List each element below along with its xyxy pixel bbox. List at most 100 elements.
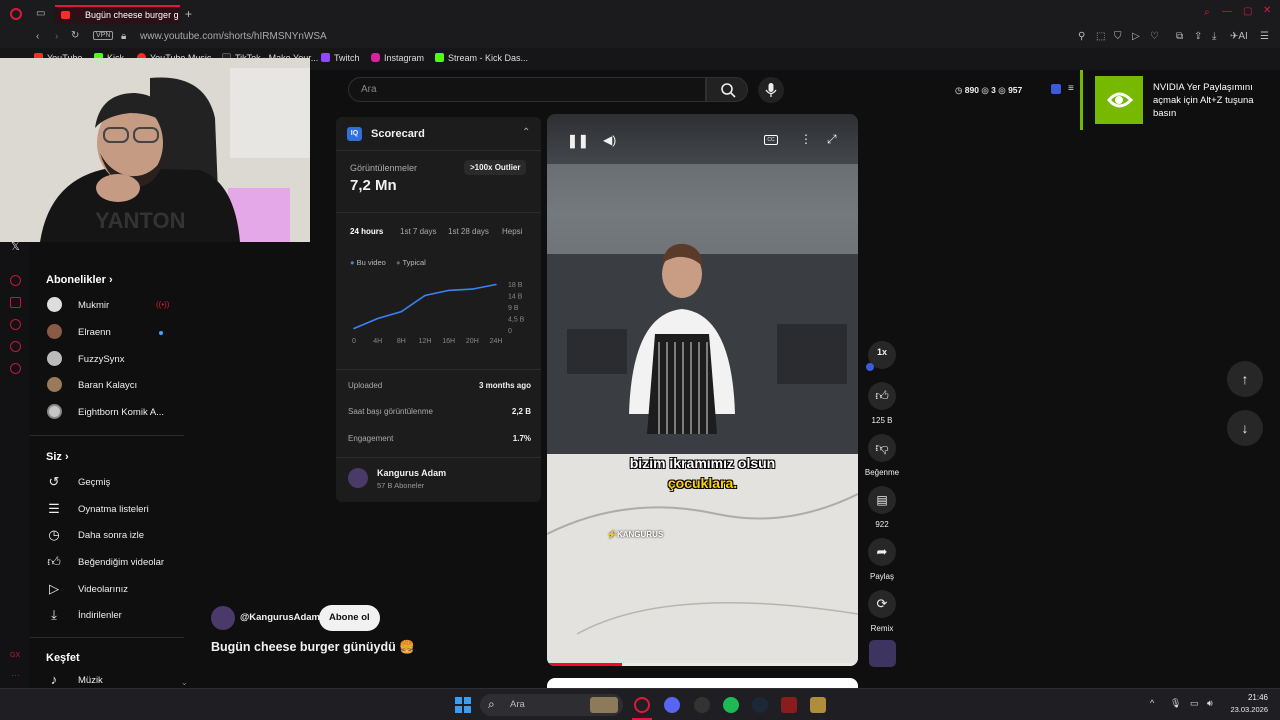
tab-all[interactable]: Hepsi: [502, 227, 522, 236]
easy-setup-icon[interactable]: ☰: [1260, 31, 1269, 42]
extensions-icon[interactable]: ⧉: [1176, 31, 1183, 42]
volume-tray-icon[interactable]: 🔊︎: [1207, 698, 1213, 709]
bookmark-twitch[interactable]: Twitch: [321, 53, 360, 63]
you-header[interactable]: Siz ›: [46, 451, 69, 463]
pause-icon[interactable]: ❚❚: [567, 133, 589, 149]
search-tabs-icon[interactable]: ⌕: [1204, 7, 1210, 18]
messenger-icon[interactable]: [10, 275, 21, 286]
network-icon[interactable]: ▭: [1190, 698, 1199, 709]
taskbar-search[interactable]: ⌕ Ara: [480, 694, 623, 716]
discord-icon[interactable]: [664, 697, 680, 713]
vpn-badge[interactable]: VPN: [93, 31, 114, 40]
voice-search-button[interactable]: [758, 77, 784, 103]
search-input[interactable]: Ara: [348, 77, 706, 102]
sub-item-elraenn[interactable]: Elraenn: [46, 323, 186, 343]
close-icon[interactable]: ✕: [1263, 5, 1271, 16]
tab-menu-icon[interactable]: ▭: [36, 8, 45, 19]
channel-name[interactable]: Kangurus Adam: [377, 468, 446, 478]
tab-first-7-days[interactable]: 1st 7 days: [400, 227, 436, 236]
download-icon[interactable]: ⤓: [1212, 31, 1216, 42]
uploaded-label: Uploaded: [348, 381, 383, 390]
music-icon: ♪: [50, 672, 58, 687]
subscribe-button[interactable]: Abone ol: [319, 605, 380, 631]
tab-active[interactable]: Bugün cheese burger g: [55, 5, 180, 24]
extensions-rail-icon[interactable]: [10, 341, 21, 352]
heart-icon[interactable]: ♡: [1150, 31, 1159, 42]
sub-item-baran-kalayci[interactable]: Baran Kalaycı: [46, 376, 186, 396]
pin-icon[interactable]: ⚲: [1078, 31, 1085, 42]
shorts-video-player[interactable]: ❚❚ ◀) CC ⋮ ⤢ bizim ikramımız olsun çocuk…: [547, 114, 858, 666]
sidebar-scroll-chevron-icon[interactable]: ⌄: [181, 678, 188, 687]
vidiq-dot-icon: [866, 363, 874, 371]
sub-item-mukmir[interactable]: Mukmir ((•)): [46, 296, 186, 316]
clock-date[interactable]: 23.03.2026: [1218, 705, 1268, 714]
share-button[interactable]: ➦: [868, 538, 896, 566]
nav-history[interactable]: ↺ Geçmiş: [46, 473, 186, 493]
youtube-icon: [61, 11, 70, 19]
tray-chevron-icon[interactable]: ^: [1150, 698, 1154, 708]
comments-button[interactable]: ▤: [868, 486, 896, 514]
viewers-icon: ◷: [955, 85, 963, 95]
dislike-button[interactable]: 👎︎: [868, 434, 896, 462]
previous-short-button[interactable]: ↑: [1227, 361, 1263, 397]
tab-24-hours[interactable]: 24 hours: [350, 227, 383, 236]
captions-icon[interactable]: CC: [764, 135, 778, 145]
more-icon[interactable]: ···: [11, 670, 20, 680]
spotify-icon[interactable]: [723, 697, 739, 713]
subscriptions-header[interactable]: Abonelikler ›: [46, 274, 113, 286]
back-icon[interactable]: ‹: [36, 31, 39, 42]
channel-handle[interactable]: @KangurusAdam: [240, 612, 320, 623]
sidebar-divider: [30, 637, 184, 638]
clock-time[interactable]: 21:46: [1228, 693, 1268, 702]
volume-icon[interactable]: ◀): [603, 133, 616, 147]
microphone-tray-icon[interactable]: 🎙︎: [1170, 698, 1181, 709]
fullscreen-icon[interactable]: ⤢: [827, 132, 837, 147]
forward-icon[interactable]: ›: [55, 31, 58, 42]
windows-start-icon[interactable]: [455, 697, 471, 713]
next-short-button[interactable]: ↓: [1227, 410, 1263, 446]
opera-gx-icon[interactable]: [634, 697, 650, 713]
sub-item-fuzzysynx[interactable]: FuzzySynx: [46, 350, 186, 370]
extension-badge-icon[interactable]: [1051, 84, 1061, 94]
shield-icon[interactable]: ⛉: [1114, 31, 1122, 42]
collapse-icon[interactable]: ⌃: [522, 127, 530, 138]
maximize-icon[interactable]: ▢: [1243, 6, 1252, 17]
search-button[interactable]: [706, 77, 748, 102]
nav-playlists[interactable]: ☰ Oynatma listeleri: [46, 500, 186, 520]
x-tick-label: 0: [352, 338, 356, 345]
sub-item-eightborn[interactable]: Eightborn Komik A...: [46, 403, 186, 423]
snapshot-icon[interactable]: ⬚: [1096, 31, 1105, 42]
minimize-icon[interactable]: —: [1222, 6, 1232, 17]
settings-icon[interactable]: [10, 363, 21, 374]
bookmarks-icon[interactable]: [10, 297, 21, 308]
game-icon[interactable]: [781, 697, 797, 713]
channel-avatar[interactable]: [348, 468, 368, 488]
ai-button[interactable]: ✈AI: [1230, 31, 1248, 42]
channel-avatar[interactable]: [211, 606, 235, 630]
remix-button[interactable]: ⟳: [868, 590, 896, 618]
menu-icon[interactable]: ≡: [1068, 83, 1074, 94]
sound-thumbnail[interactable]: [869, 640, 896, 667]
progress-bar[interactable]: [547, 663, 858, 666]
obs-icon[interactable]: [694, 697, 710, 713]
opera-logo-icon[interactable]: [10, 8, 22, 20]
comment-count: 922: [875, 520, 889, 529]
history-icon[interactable]: [10, 319, 21, 330]
nav-your-videos[interactable]: ▷ Videolarınız: [46, 580, 186, 600]
url-field[interactable]: www.youtube.com/shorts/hIRMSNYnWSA: [140, 31, 327, 42]
share-page-icon[interactable]: ⇪: [1194, 31, 1202, 42]
new-tab-button[interactable]: +: [185, 7, 192, 21]
more-options-icon[interactable]: ⋮: [800, 132, 812, 146]
league-icon[interactable]: [810, 697, 826, 713]
nav-liked-videos[interactable]: 👍︎ Beğendiğim videolar: [46, 553, 186, 573]
bookmark-kick-dashboard[interactable]: Stream - Kick Das...: [435, 53, 528, 63]
nav-watch-later[interactable]: ◷ Daha sonra izle: [46, 526, 186, 546]
reload-icon[interactable]: ↻: [71, 30, 79, 41]
nav-downloads[interactable]: ⤓ İndirilenler: [46, 606, 186, 626]
bookmark-instagram[interactable]: Instagram: [371, 53, 424, 63]
steam-icon[interactable]: [752, 697, 768, 713]
like-button[interactable]: 👍︎: [868, 382, 896, 410]
play-icon[interactable]: ▷: [1132, 31, 1140, 42]
gx-icon[interactable]: GX: [10, 652, 20, 659]
tab-first-28-days[interactable]: 1st 28 days: [448, 227, 489, 236]
